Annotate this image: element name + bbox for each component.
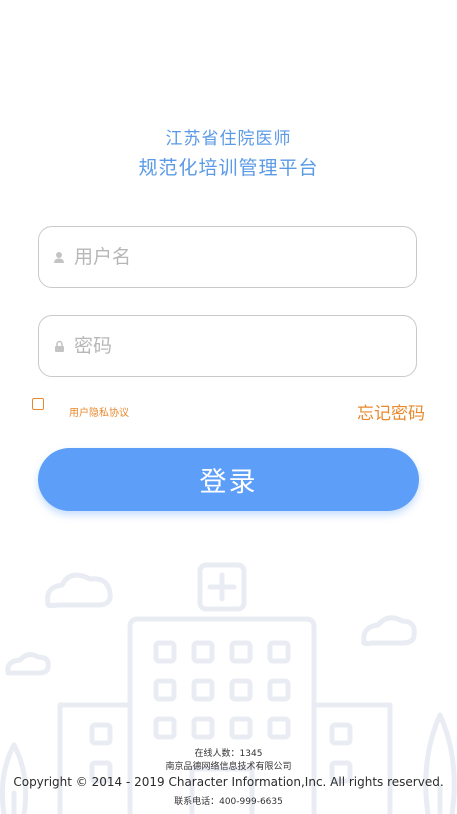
privacy-agreement-checkbox[interactable]	[32, 398, 44, 410]
online-count: 在线人数：1345	[194, 749, 263, 759]
login-button[interactable]: 登录	[38, 448, 419, 511]
password-field[interactable]	[38, 315, 417, 377]
username-field[interactable]	[38, 226, 417, 288]
copyright-text: Copyright © 2014 - 2019 Character Inform…	[13, 775, 444, 789]
company-name: 南京品德网络信息技术有限公司	[165, 762, 292, 772]
user-icon	[52, 250, 66, 264]
password-input[interactable]	[74, 335, 374, 357]
app-title-line1: 江苏省住院医师	[165, 129, 292, 149]
privacy-agreement-link[interactable]: 用户隐私协议	[69, 404, 129, 419]
forgot-password-link[interactable]: 忘记密码	[357, 399, 425, 424]
contact-phone: 联系电话：400-999-6635	[174, 797, 283, 807]
app-title-line2: 规范化培训管理平台	[138, 157, 319, 179]
username-input[interactable]	[74, 246, 374, 268]
lock-icon	[52, 339, 66, 353]
